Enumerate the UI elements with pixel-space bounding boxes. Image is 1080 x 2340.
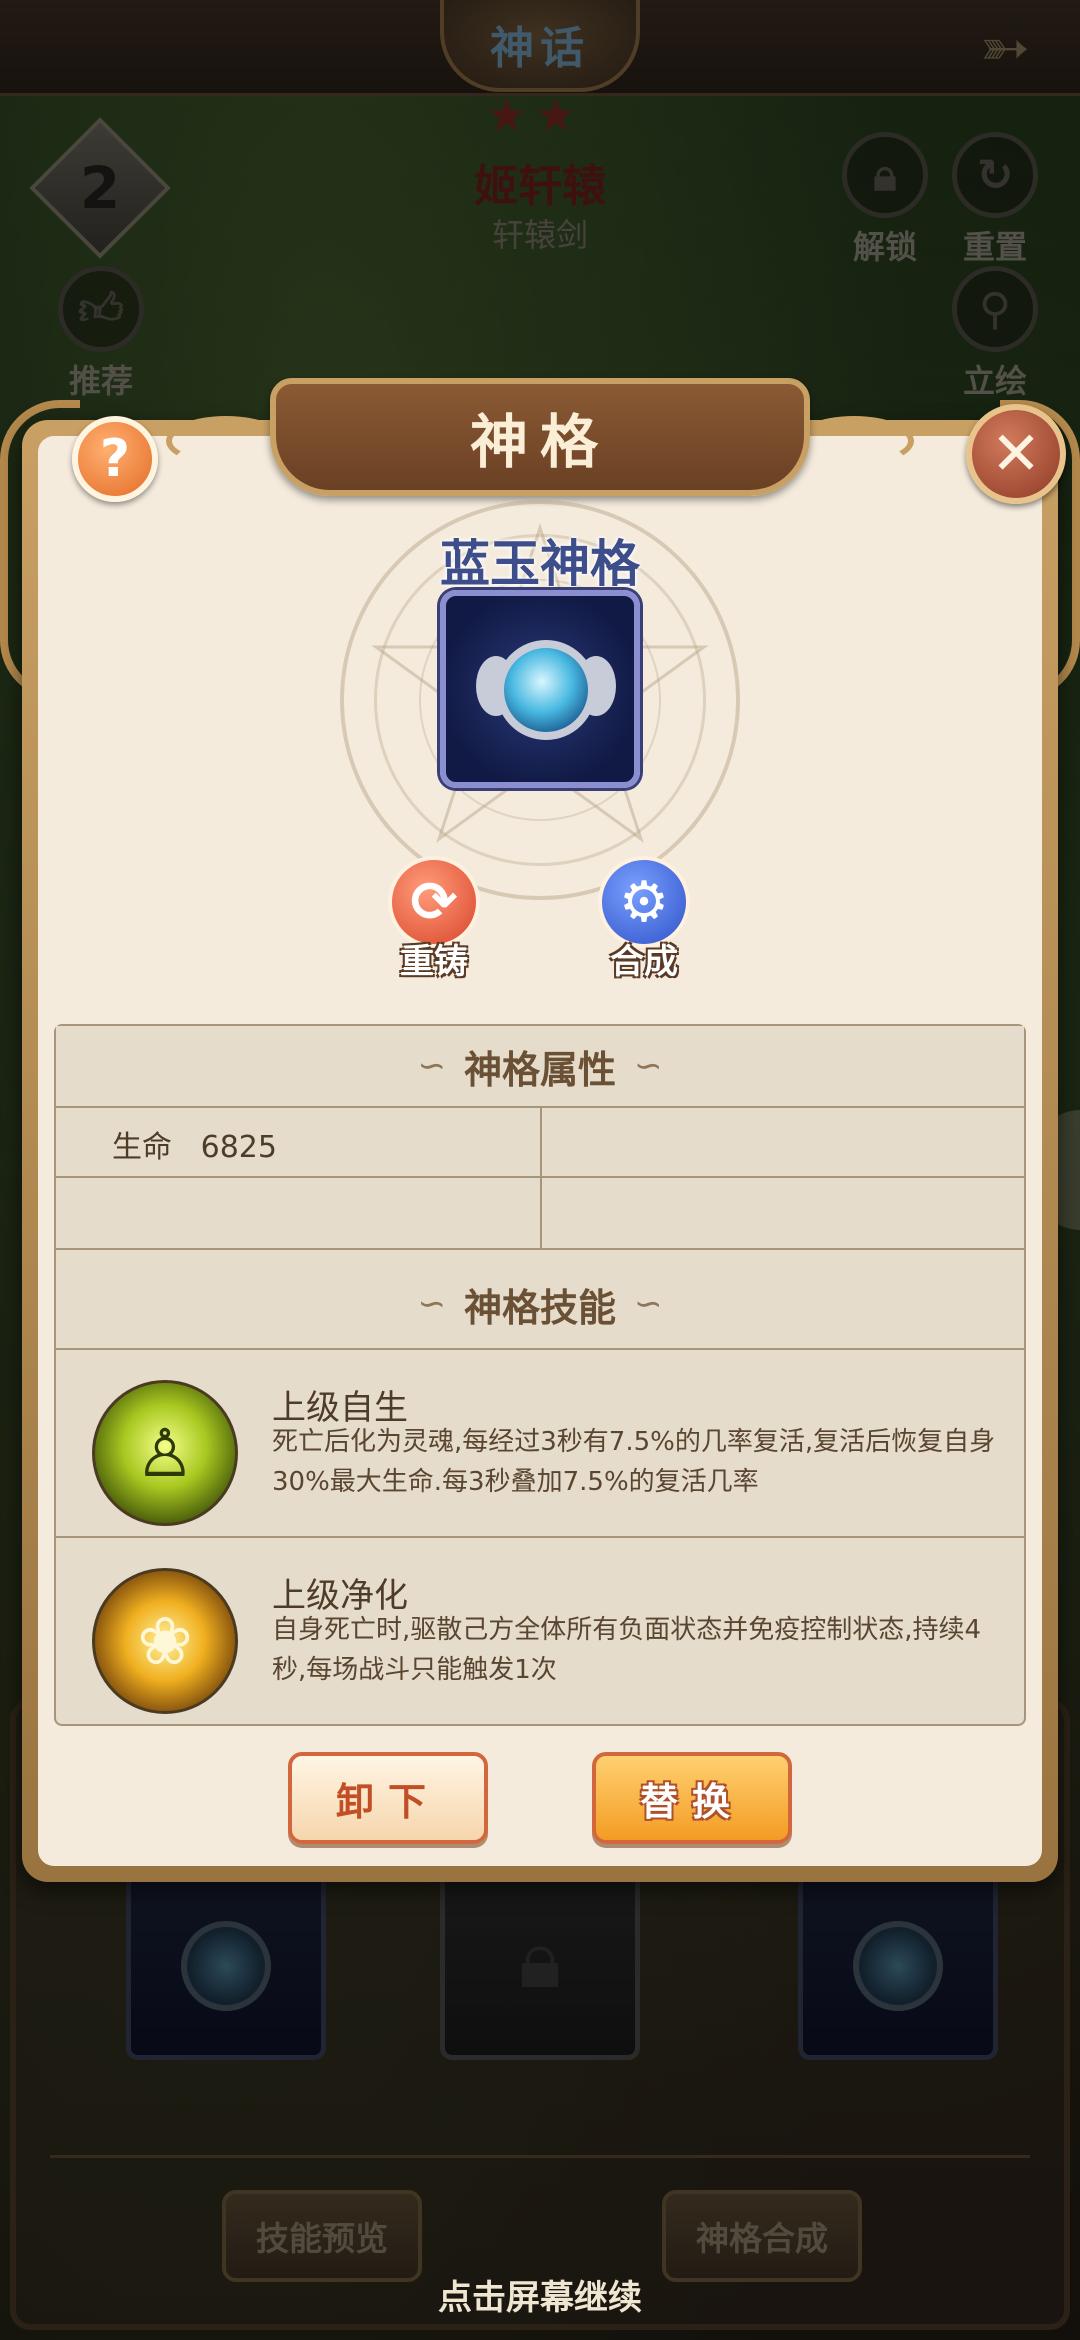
replace-button[interactable]: 替换 bbox=[592, 1752, 792, 1844]
attribute-name: 生命 bbox=[112, 1130, 172, 1165]
swirl-ornament-icon: ∽ bbox=[417, 1284, 446, 1324]
divinity-info-table: ∽ 神格属性 ∽ 生命 6825 ∽ 神格技能 ∽ ♙ 上级自生 死亡后化为灵魂… bbox=[54, 1024, 1026, 1726]
banner-ornament-right bbox=[794, 416, 914, 466]
lotus-icon: ❀ bbox=[137, 1602, 193, 1680]
close-button[interactable]: ✕ bbox=[966, 404, 1066, 504]
dialog-title: 神格 bbox=[469, 408, 610, 476]
tap-to-continue[interactable]: 点击屏幕继续 bbox=[0, 2270, 1080, 2319]
banner-ornament-left bbox=[166, 416, 286, 466]
close-icon: ✕ bbox=[990, 419, 1042, 489]
spirit-icon: ♙ bbox=[135, 1414, 195, 1492]
skills-header: ∽ 神格技能 ∽ bbox=[56, 1264, 1024, 1344]
compose-label: 合成 bbox=[610, 942, 678, 982]
lotus-skill-icon: ❀ bbox=[92, 1568, 238, 1714]
skill-row: ❀ 上级净化 自身死亡时,驱散己方全体所有负面状态并免疫控制状态,持续4秒,每场… bbox=[56, 1538, 1024, 1724]
compose-button[interactable]: ⚙ 合成 bbox=[594, 856, 694, 983]
swirl-ornament-icon: ∽ bbox=[634, 1284, 663, 1324]
attributes-title: 神格属性 bbox=[463, 1047, 616, 1092]
item-icon-frame bbox=[440, 590, 640, 788]
item-name: 蓝玉神格 bbox=[440, 534, 640, 593]
skill-description: 自身死亡时,驱散己方全体所有负面状态并免疫控制状态,持续4秒,每场战斗只能触发1… bbox=[272, 1615, 982, 1685]
attribute-value: 6825 bbox=[200, 1130, 277, 1165]
blue-jade-gem-icon bbox=[496, 640, 596, 740]
swirl-ornament-icon: ∽ bbox=[417, 1046, 446, 1086]
divider bbox=[56, 1248, 1024, 1250]
skill-row: ♙ 上级自生 死亡后化为灵魂,每经过3秒有7.5%的几率复活,复活后恢复自身30… bbox=[56, 1350, 1024, 1536]
reforge-button[interactable]: ⟳ 重铸 bbox=[384, 856, 484, 983]
divider bbox=[540, 1106, 542, 1248]
unequip-button[interactable]: 卸下 bbox=[288, 1752, 488, 1844]
attribute-hp-cell: 生命 6825 bbox=[112, 1122, 277, 1166]
help-button[interactable]: ? bbox=[72, 416, 158, 502]
question-icon: ? bbox=[99, 429, 131, 489]
swirl-ornament-icon: ∽ bbox=[634, 1046, 663, 1086]
skills-title: 神格技能 bbox=[463, 1285, 616, 1330]
skill-description: 死亡后化为灵魂,每经过3秒有7.5%的几率复活,复活后恢复自身30%最大生命.每… bbox=[272, 1427, 996, 1497]
attributes-header: ∽ 神格属性 ∽ bbox=[56, 1026, 1024, 1106]
dialog-banner: 神格 bbox=[270, 378, 810, 496]
reforge-label: 重铸 bbox=[400, 942, 468, 982]
spirit-skill-icon: ♙ bbox=[92, 1380, 238, 1526]
